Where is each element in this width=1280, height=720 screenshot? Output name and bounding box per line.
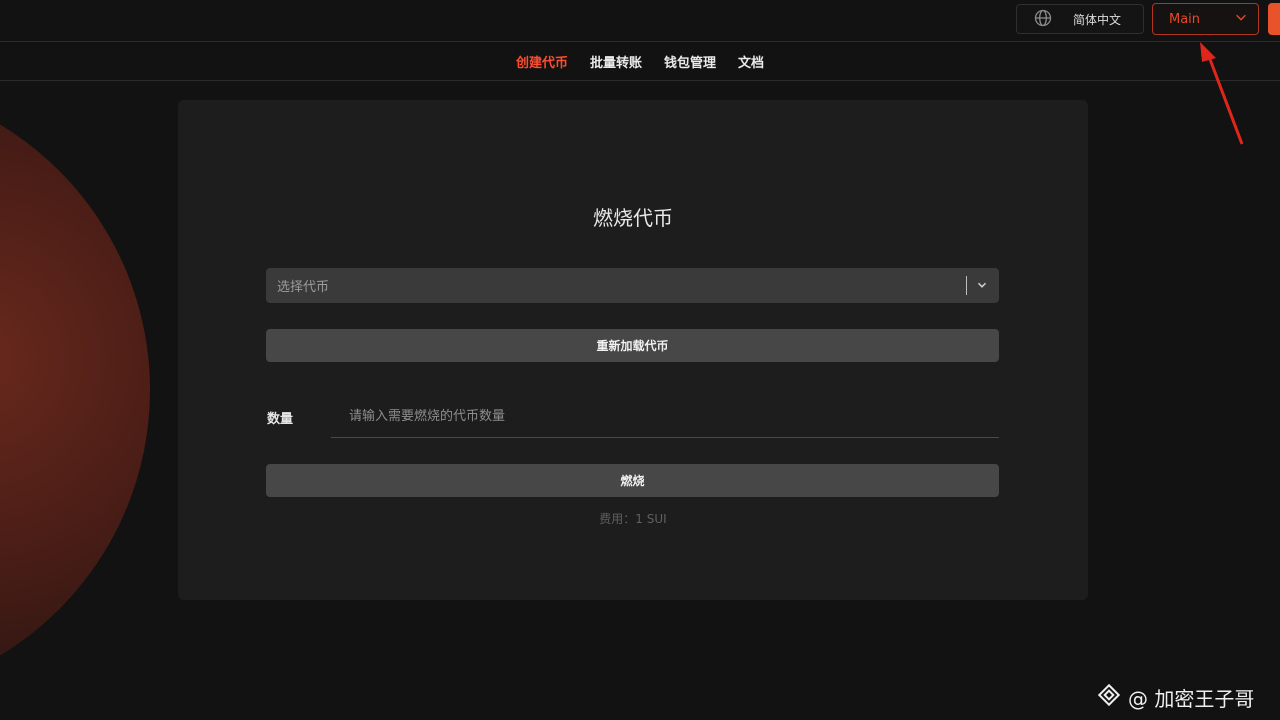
burn-button[interactable]: 燃烧 bbox=[266, 464, 999, 497]
red-arrow-icon bbox=[1200, 42, 1244, 145]
nav-item-create-token[interactable]: 创建代币 bbox=[516, 52, 568, 71]
nav-item-docs[interactable]: 文档 bbox=[738, 52, 764, 71]
globe-icon bbox=[1033, 8, 1053, 31]
diamond-logo-icon bbox=[1096, 682, 1122, 713]
page-title: 燃烧代币 bbox=[593, 206, 673, 230]
token-select-placeholder: 选择代币 bbox=[277, 280, 330, 295]
chevron-down-icon[interactable] bbox=[975, 278, 989, 292]
burn-token-card: 燃烧代币 选择代币 重新加载代币 数量 燃烧 费用：1 SUI bbox=[178, 100, 1088, 600]
language-selector[interactable]: 简体中文 bbox=[1016, 4, 1144, 34]
fee-text: 费用：1 SUI bbox=[599, 512, 667, 526]
select-divider bbox=[966, 276, 967, 295]
nav-item-batch-transfer[interactable]: 批量转账 bbox=[590, 52, 642, 71]
network-label: Main bbox=[1169, 11, 1201, 27]
amount-label: 数量 bbox=[267, 412, 294, 427]
connect-wallet-button[interactable] bbox=[1268, 3, 1280, 35]
nav-item-wallet-management[interactable]: 钱包管理 bbox=[664, 52, 716, 71]
main-nav: 创建代币 批量转账 钱包管理 文档 bbox=[0, 43, 1280, 81]
watermark-text: @ 加密王子哥 bbox=[1128, 687, 1255, 711]
reload-tokens-button[interactable]: 重新加载代币 bbox=[266, 329, 999, 362]
amount-input[interactable] bbox=[331, 396, 999, 438]
network-selector[interactable]: Main bbox=[1152, 3, 1259, 35]
background-glow bbox=[0, 80, 150, 700]
watermark: @ 加密王子哥 bbox=[1096, 682, 1254, 713]
top-bar: 简体中文 Main bbox=[0, 0, 1280, 42]
page: 简体中文 Main 创建代币 批量转账 钱包管理 文档 燃烧代币 选择代币 重新… bbox=[0, 0, 1280, 720]
language-label: 简体中文 bbox=[1073, 12, 1122, 27]
token-select[interactable]: 选择代币 bbox=[266, 268, 999, 303]
chevron-down-icon bbox=[1234, 10, 1248, 28]
